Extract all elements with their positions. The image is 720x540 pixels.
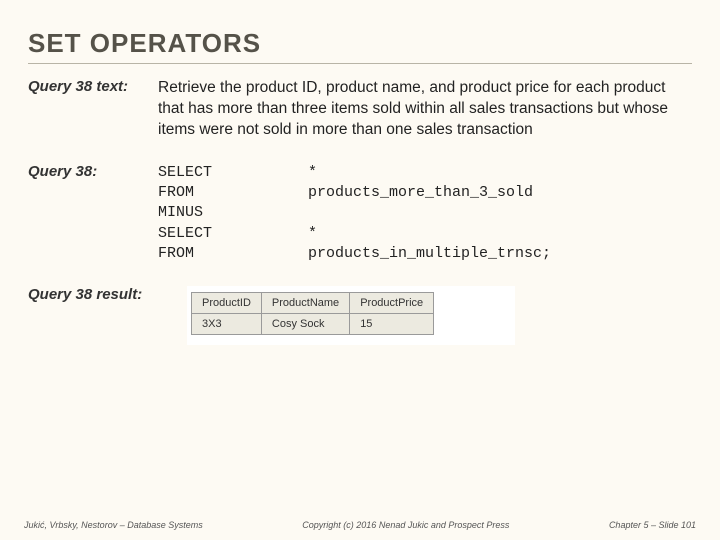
- query-text-label: Query 38 text:: [28, 78, 158, 95]
- query-text-row: Query 38 text: Retrieve the product ID, …: [28, 78, 692, 141]
- footer-left: Jukić, Vrbsky, Nestorov – Database Syste…: [24, 520, 203, 530]
- col-header: ProductID: [192, 293, 262, 314]
- sql-arg: products_in_multiple_trnsc;: [308, 244, 692, 264]
- query-result-row: Query 38 result: ProductID ProductName P…: [28, 286, 692, 345]
- query-sql-row: Query 38: SELECT * FROM products_more_th…: [28, 163, 692, 264]
- query-text-body: Retrieve the product ID, product name, a…: [158, 78, 692, 141]
- query-result-label: Query 38 result:: [28, 286, 173, 303]
- cell: 3X3: [192, 314, 262, 335]
- slide: SET OPERATORS Query 38 text: Retrieve th…: [0, 0, 720, 540]
- sql-keyword: MINUS: [158, 203, 308, 223]
- sql-arg: *: [308, 224, 692, 244]
- result-box: ProductID ProductName ProductPrice 3X3 C…: [187, 286, 515, 345]
- cell: 15: [350, 314, 434, 335]
- query-sql-block: SELECT * FROM products_more_than_3_sold …: [158, 163, 692, 264]
- footer-center: Copyright (c) 2016 Nenad Jukic and Prosp…: [302, 520, 509, 530]
- query-sql-label: Query 38:: [28, 163, 158, 180]
- cell: Cosy Sock: [261, 314, 349, 335]
- table-row: 3X3 Cosy Sock 15: [192, 314, 434, 335]
- sql-keyword: SELECT: [158, 224, 308, 244]
- result-table: ProductID ProductName ProductPrice 3X3 C…: [191, 292, 434, 335]
- sql-arg: products_more_than_3_sold: [308, 183, 692, 203]
- sql-keyword: FROM: [158, 244, 308, 264]
- footer-right: Chapter 5 – Slide 101: [609, 520, 696, 530]
- sql-arg: [308, 203, 692, 223]
- col-header: ProductName: [261, 293, 349, 314]
- sql-keyword: SELECT: [158, 163, 308, 183]
- col-header: ProductPrice: [350, 293, 434, 314]
- table-header-row: ProductID ProductName ProductPrice: [192, 293, 434, 314]
- sql-keyword: FROM: [158, 183, 308, 203]
- slide-title: SET OPERATORS: [28, 28, 692, 64]
- footer: Jukić, Vrbsky, Nestorov – Database Syste…: [0, 520, 720, 530]
- sql-arg: *: [308, 163, 692, 183]
